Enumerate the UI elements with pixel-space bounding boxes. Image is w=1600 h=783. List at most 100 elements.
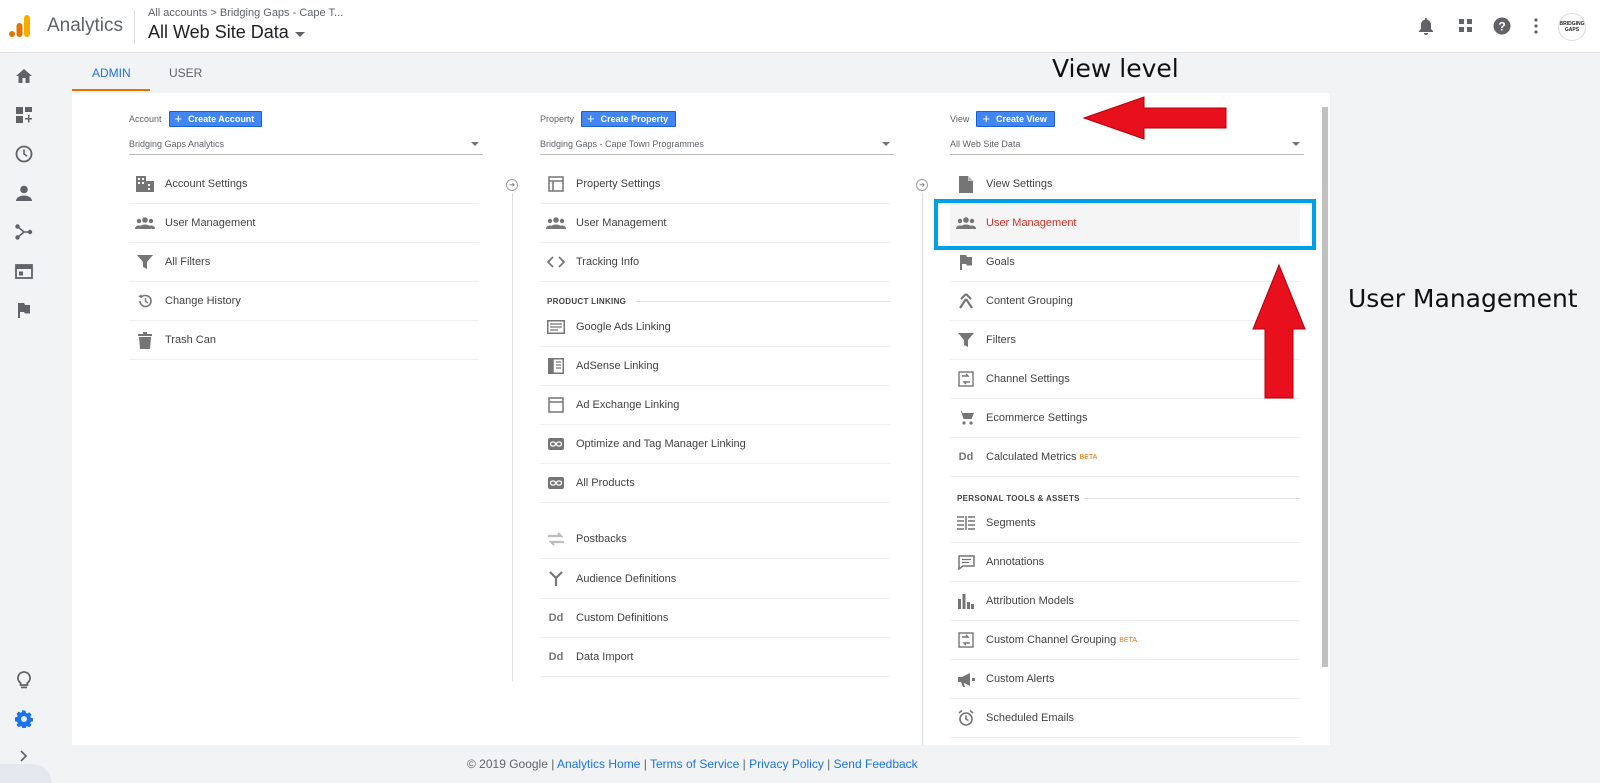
column-divider xyxy=(922,193,923,745)
plus-icon: + xyxy=(982,111,990,126)
person-icon[interactable] xyxy=(13,182,35,204)
create-account-button[interactable]: + Create Account xyxy=(168,111,263,127)
section-divider xyxy=(636,301,890,302)
account-settings-item[interactable]: Account Settings xyxy=(129,165,479,204)
change-history-item[interactable]: Change History xyxy=(129,282,479,321)
megaphone-icon xyxy=(956,669,976,689)
active-tab-indicator xyxy=(72,89,150,91)
people-icon xyxy=(135,213,155,233)
property-label: Property xyxy=(540,114,575,124)
section-divider xyxy=(1084,498,1300,499)
history-icon xyxy=(135,291,155,311)
analytics-logo-icon[interactable] xyxy=(8,14,32,38)
property-selector[interactable]: All Web Site Data xyxy=(148,22,305,43)
bars-icon xyxy=(956,591,976,611)
alarm-icon xyxy=(956,708,976,728)
flag-icon[interactable] xyxy=(13,299,35,321)
account-user-management-item[interactable]: User Management xyxy=(129,204,479,243)
apps-grid-icon[interactable] xyxy=(1456,16,1476,36)
bell-icon[interactable] xyxy=(1416,16,1436,36)
custom-alerts-item[interactable]: Custom Alerts xyxy=(950,660,1300,699)
channel-settings-item[interactable]: Channel Settings xyxy=(950,360,1300,399)
more-vert-icon[interactable] xyxy=(1526,16,1546,36)
chevron-down-icon xyxy=(882,142,890,146)
header-divider xyxy=(134,10,135,44)
cart-icon xyxy=(956,408,976,428)
privacy-policy-link[interactable]: Privacy Policy xyxy=(749,757,824,771)
filter-icon xyxy=(956,330,976,350)
beta-badge: BETA xyxy=(1119,636,1138,644)
create-property-button[interactable]: + Create Property xyxy=(581,111,677,127)
expand-chevron-icon[interactable] xyxy=(13,745,35,767)
code-icon xyxy=(546,252,566,272)
annotations-item[interactable]: Annotations xyxy=(950,543,1300,582)
terms-of-service-link[interactable]: Terms of Service xyxy=(650,757,739,771)
custom-definitions-item[interactable]: Dd Custom Definitions xyxy=(540,599,890,638)
view-column-header: View + Create View xyxy=(950,111,1055,127)
lightbulb-icon[interactable] xyxy=(13,669,35,691)
adsense-linking-item[interactable]: AdSense Linking xyxy=(540,347,890,386)
all-products-item[interactable]: All Products xyxy=(540,464,890,503)
property-user-management-item[interactable]: User Management xyxy=(540,204,890,243)
personal-tools-label: PERSONAL TOOLS & ASSETS xyxy=(957,494,1080,503)
all-filters-item[interactable]: All Filters xyxy=(129,243,479,282)
adexchange-icon xyxy=(546,395,566,415)
tab-user[interactable]: USER xyxy=(169,66,202,80)
view-level-annotation: View level xyxy=(1052,54,1179,83)
building-icon xyxy=(135,174,155,194)
scrollbar[interactable] xyxy=(1322,107,1328,667)
create-view-button[interactable]: + Create View xyxy=(976,111,1055,127)
view-label: View xyxy=(950,114,970,124)
send-feedback-link[interactable]: Send Feedback xyxy=(834,757,918,771)
help-icon[interactable]: ? xyxy=(1492,16,1512,36)
grouping-icon xyxy=(956,291,976,311)
admin-gear-icon[interactable] xyxy=(13,708,35,730)
content-grouping-item[interactable]: Content Grouping xyxy=(950,282,1300,321)
attribution-models-item[interactable]: Attribution Models xyxy=(950,582,1300,621)
scheduled-emails-item[interactable]: Scheduled Emails xyxy=(950,699,1300,738)
account-selector[interactable]: Bridging Gaps Analytics xyxy=(129,139,483,155)
behavior-icon[interactable] xyxy=(13,260,35,282)
clock-icon[interactable] xyxy=(13,143,35,165)
tab-admin[interactable]: ADMIN xyxy=(92,66,131,80)
acquisition-icon[interactable] xyxy=(13,221,35,243)
google-ads-linking-item[interactable]: Google Ads Linking xyxy=(540,308,890,347)
annotation-icon xyxy=(956,552,976,572)
filters-item[interactable]: Filters xyxy=(950,321,1300,360)
postbacks-icon xyxy=(546,529,566,549)
left-nav xyxy=(0,53,52,783)
channel-icon xyxy=(956,369,976,389)
account-label: Account xyxy=(129,114,162,124)
user-management-annotation: User Management xyxy=(1348,284,1578,313)
dd-icon: Dd xyxy=(958,451,974,463)
flag-icon xyxy=(956,252,976,272)
analytics-home-link[interactable]: Analytics Home xyxy=(557,757,640,771)
tracking-info-item[interactable]: Tracking Info xyxy=(540,243,890,282)
view-selector[interactable]: All Web Site Data xyxy=(950,139,1304,155)
segments-item[interactable]: Segments xyxy=(950,504,1300,543)
optimize-tag-manager-linking-item[interactable]: Optimize and Tag Manager Linking xyxy=(540,425,890,464)
arrow-right-icon: ➔ xyxy=(916,179,928,191)
channel-icon xyxy=(956,630,976,650)
plus-icon: + xyxy=(587,111,595,126)
arrow-right-icon: ➔ xyxy=(506,179,518,191)
audience-definitions-item[interactable]: Audience Definitions xyxy=(540,560,890,599)
trash-can-item[interactable]: Trash Can xyxy=(129,321,479,360)
avatar[interactable]: BRIDGING GAPS xyxy=(1558,13,1586,41)
dd-icon: Dd xyxy=(548,612,564,624)
custom-channel-grouping-item[interactable]: Custom Channel Grouping BETA xyxy=(950,621,1300,660)
calculated-metrics-item[interactable]: Dd Calculated Metrics BETA xyxy=(950,438,1300,477)
breadcrumb[interactable]: All accounts > Bridging Gaps - Cape T... xyxy=(148,7,343,19)
chevron-down-icon xyxy=(1292,142,1300,146)
adsense-icon xyxy=(546,356,566,376)
ecommerce-settings-item[interactable]: Ecommerce Settings xyxy=(950,399,1300,438)
ad-exchange-linking-item[interactable]: Ad Exchange Linking xyxy=(540,386,890,425)
postbacks-item[interactable]: Postbacks xyxy=(540,520,890,559)
property-selector[interactable]: Bridging Gaps - Cape Town Programmes xyxy=(540,139,894,155)
home-icon[interactable] xyxy=(13,65,35,87)
data-import-item[interactable]: Dd Data Import xyxy=(540,638,890,677)
beta-badge: BETA xyxy=(1079,453,1098,461)
property-settings-item[interactable]: Property Settings xyxy=(540,165,890,204)
segments-icon xyxy=(956,513,976,533)
customization-icon[interactable] xyxy=(13,104,35,126)
